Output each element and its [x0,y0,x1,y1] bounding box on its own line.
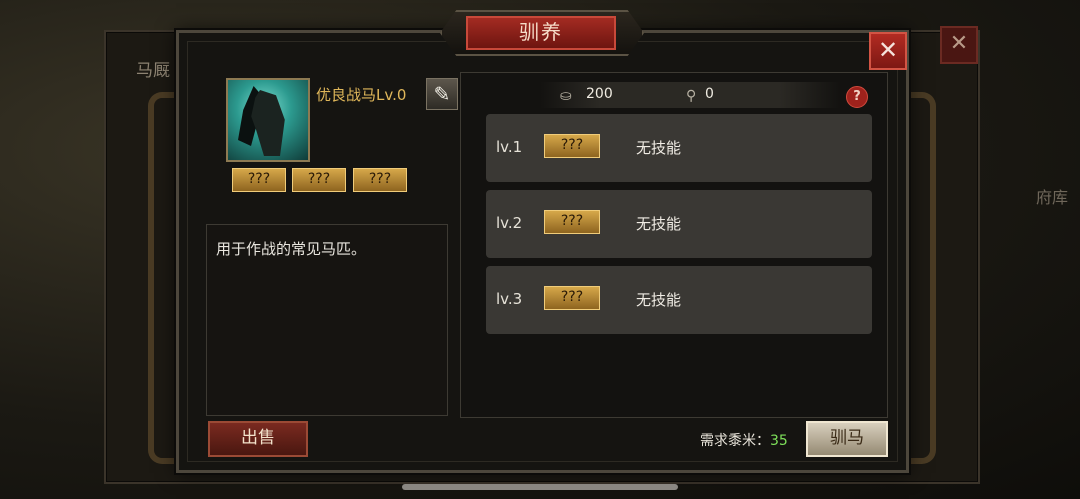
level-row-3: lv.3 ??? 无技能 [486,266,872,334]
level-skill-text: 无技能 [636,215,682,233]
background-close-button: ✕ [940,26,978,64]
level-label: lv.1 [496,138,523,156]
background-side-label: 府库 [1036,188,1069,207]
background-title: 马厩 [136,61,170,81]
level-skill-chip[interactable]: ??? [544,134,600,158]
whip-icon: ⚲ [686,88,697,104]
whip-count: 0 [705,86,714,102]
horse-portrait[interactable] [226,78,310,162]
close-button[interactable]: ✕ [869,32,907,70]
requirement-label: 需求黍米： [700,433,770,449]
horse-skill-chip-2[interactable]: ??? [292,168,346,192]
level-skill-chip[interactable]: ??? [544,286,600,310]
grain-count: 200 [586,86,613,102]
level-skill-text: 无技能 [636,291,682,309]
requirement-value: 35 [770,433,788,449]
level-skill-chip[interactable]: ??? [544,210,600,234]
level-label: lv.2 [496,214,523,232]
tame-button[interactable]: 驯马 [806,421,888,457]
level-label: lv.3 [496,290,523,308]
horse-skill-chip-3[interactable]: ??? [353,168,407,192]
level-skill-text: 无技能 [636,139,682,157]
background-frame-right [906,92,936,464]
brush-icon[interactable]: ✎ [426,78,458,110]
home-indicator[interactable] [402,484,678,490]
dialog-title: 驯养 [466,16,616,50]
horse-description: 用于作战的常见马匹。 [216,240,367,258]
sell-button[interactable]: 出售 [208,421,308,457]
horse-name: 优良战马Lv.0 [316,86,407,104]
level-row-2: lv.2 ??? 无技能 [486,190,872,258]
requirement-text: 需求黍米：35 [700,430,788,450]
help-button[interactable]: ? [846,86,868,108]
horse-skill-chip-1[interactable]: ??? [232,168,286,192]
grain-icon: ⛀ [560,88,572,104]
background-frame-left [148,92,178,464]
level-row-1: lv.1 ??? 无技能 [486,114,872,182]
